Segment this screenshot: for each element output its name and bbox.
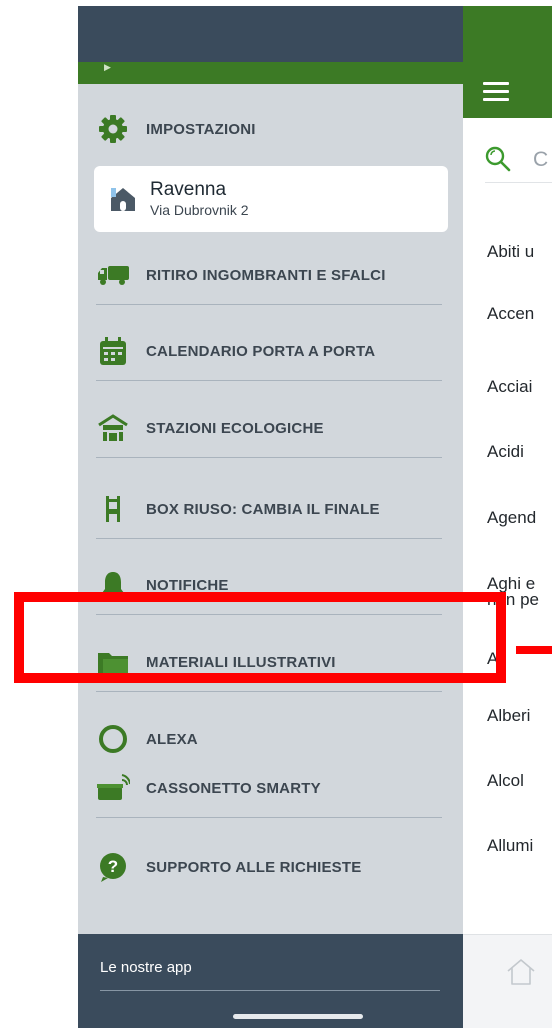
list-item[interactable]: Alcol	[487, 771, 524, 791]
list-item[interactable]: Allumi	[487, 836, 533, 856]
main-content: C Abiti u Accen Acciai Acidi Agend Aghi …	[463, 6, 552, 1028]
menu-item-label: STAZIONI ECOLOGICHE	[146, 419, 324, 437]
home-indicator	[233, 1014, 363, 1019]
house-icon	[106, 182, 140, 216]
side-drawer: ▶ IMPOSTAZIONI Ravenna Via Dubrovnik 2 R…	[78, 6, 463, 1028]
menu-item-cassonetto-smarty[interactable]: CASSONETTO SMARTY	[96, 759, 442, 818]
svg-text:?: ?	[108, 857, 118, 876]
menu-item-label: RITIRO INGOMBRANTI E SFALCI	[146, 266, 386, 284]
help-icon: ?	[96, 850, 130, 884]
list-item[interactable]: Accen	[487, 304, 534, 324]
menu-item-label: CASSONETTO SMARTY	[146, 779, 321, 797]
calendar-icon	[96, 334, 130, 368]
list-item[interactable]: Alberi	[487, 706, 530, 726]
divider	[100, 990, 440, 991]
bottom-tab-bar	[463, 934, 552, 1028]
eco-station-icon	[96, 411, 130, 445]
menu-icon[interactable]	[483, 82, 509, 101]
menu-item-label: IMPOSTAZIONI	[146, 120, 256, 138]
gear-icon	[96, 112, 130, 146]
smart-bin-icon	[96, 771, 130, 805]
menu-item-label: BOX RIUSO: CAMBIA IL FINALE	[146, 500, 380, 518]
home-icon[interactable]	[505, 957, 537, 987]
our-apps-link[interactable]: Le nostre app	[100, 959, 192, 976]
menu-item-box-riuso[interactable]: BOX RIUSO: CAMBIA IL FINALE	[96, 480, 442, 539]
menu-item-label: NOTIFICHE	[146, 576, 229, 594]
alexa-icon	[96, 722, 130, 756]
truck-icon	[96, 258, 130, 292]
chair-icon	[96, 492, 130, 526]
triangle-icon: ▶	[104, 62, 111, 72]
search-icon	[485, 146, 511, 172]
menu-item-label: CALENDARIO PORTA A PORTA	[146, 342, 376, 360]
list-item[interactable]: Acciai	[487, 377, 532, 397]
drawer-accent-bar: ▶	[78, 62, 463, 84]
list-item[interactable]: Abiti u	[487, 242, 534, 262]
highlight-box	[14, 592, 506, 683]
city-card[interactable]: Ravenna Via Dubrovnik 2	[94, 166, 448, 232]
app-frame: C Abiti u Accen Acciai Acidi Agend Aghi …	[78, 6, 552, 1028]
city-name: Ravenna	[150, 179, 227, 200]
drawer-header	[78, 6, 463, 62]
menu-item-calendario[interactable]: CALENDARIO PORTA A PORTA	[96, 322, 442, 381]
list-item[interactable]: Acidi	[487, 442, 524, 462]
city-street: Via Dubrovnik 2	[150, 202, 249, 218]
menu-item-label: SUPPORTO ALLE RICHIESTE	[146, 858, 362, 876]
menu-item-label: ALEXA	[146, 730, 198, 748]
menu-item-ritiro-ingombranti[interactable]: RITIRO INGOMBRANTI E SFALCI	[96, 246, 442, 305]
menu-item-supporto-richieste[interactable]: ? SUPPORTO ALLE RICHIESTE	[96, 838, 442, 896]
search-bar[interactable]: C	[485, 136, 552, 183]
search-placeholder: C	[533, 148, 549, 171]
drawer-footer: Le nostre app	[78, 934, 463, 1028]
menu-item-stazioni-ecologiche[interactable]: STAZIONI ECOLOGICHE	[96, 399, 442, 458]
main-header	[463, 6, 552, 118]
menu-item-impostazioni[interactable]: IMPOSTAZIONI	[96, 100, 442, 158]
list-item[interactable]: Agend	[487, 508, 536, 528]
highlight-arrow	[516, 646, 552, 654]
